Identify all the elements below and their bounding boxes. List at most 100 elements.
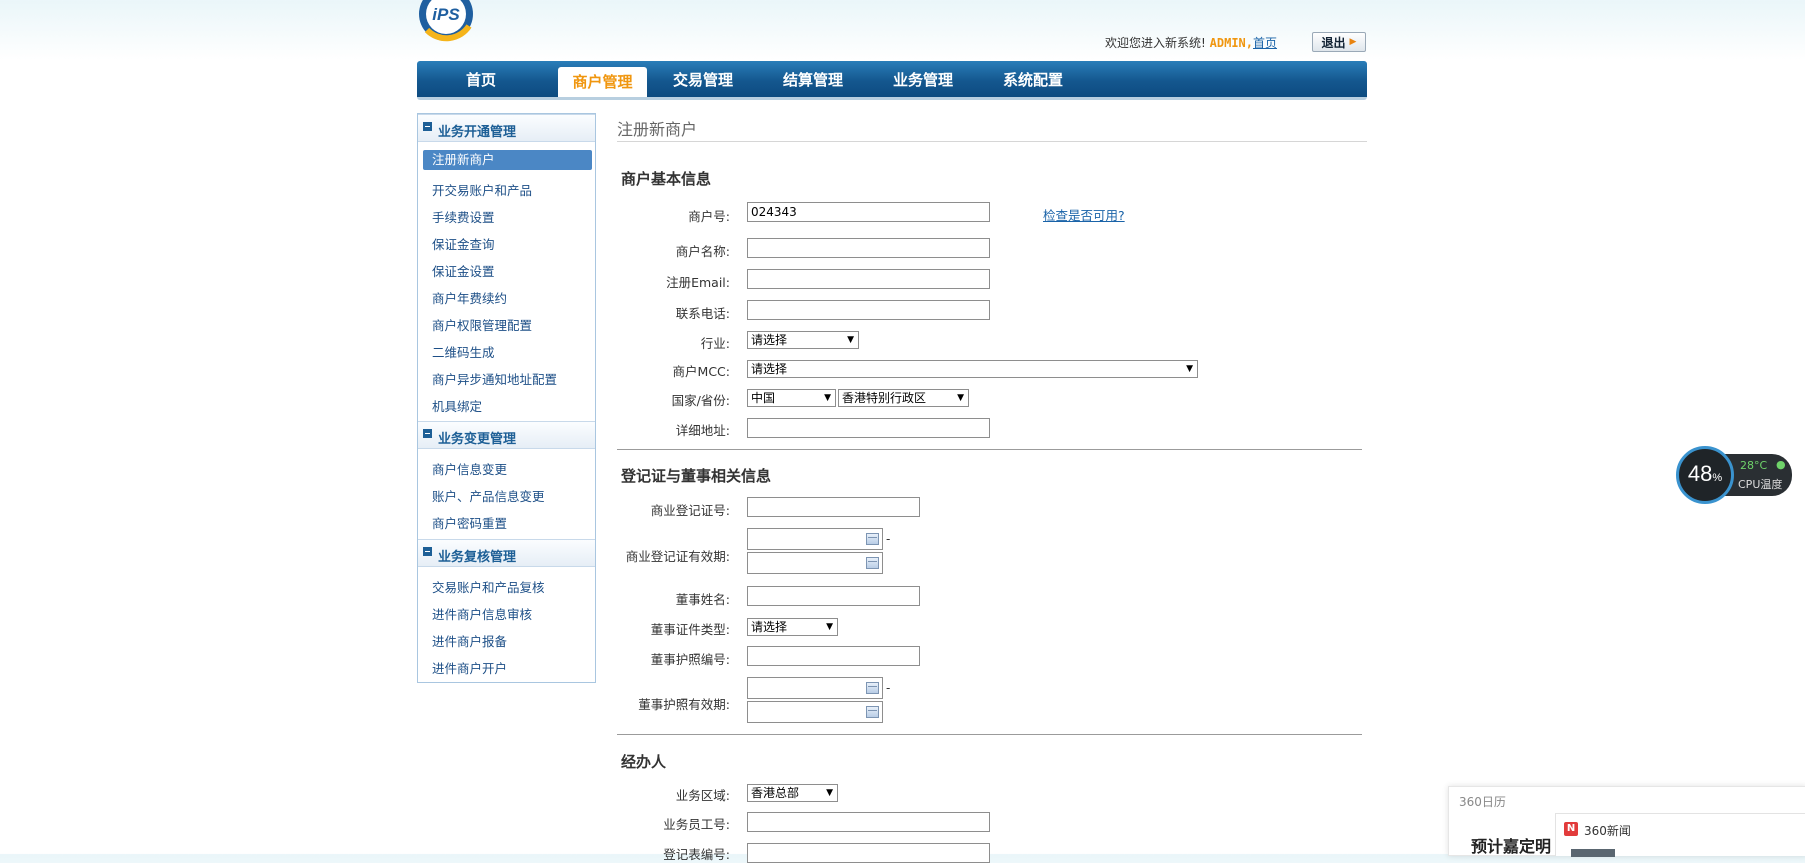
calendar-title: 360日历 [1459,795,1506,809]
passport-no-label: 董事护照编号: [650,652,730,667]
ips-logo: iPS [417,0,475,44]
collapse-icon [423,547,432,556]
sidebar-item-qrcode[interactable]: 二维码生成 [432,342,495,361]
reg-valid-from-date[interactable] [747,528,883,550]
director-id-type-select[interactable]: 请选择 ▼ [747,618,838,636]
home-link[interactable]: 首页 [1253,36,1277,50]
nav-settlement-management[interactable]: 结算管理 [777,61,849,97]
country-select[interactable]: 中国 ▼ [747,389,836,407]
sidebar-section-business-change[interactable]: 业务变更管理 [418,421,595,449]
cpu-temp: 28°C [1740,459,1768,472]
sidebar-item-open-account[interactable]: 开交易账户和产品 [432,180,532,199]
sidebar-item-account-product-change[interactable]: 账户、产品信息变更 [432,486,545,505]
calendar-news-widget[interactable]: 360日历 N 360新闻 预计嘉定明 [1448,786,1805,857]
arrow-right-icon: ▶ [1349,37,1357,47]
phone-field[interactable] [747,300,990,320]
calendar-icon[interactable] [866,557,879,569]
reg-no-input[interactable] [747,497,920,517]
dropdown-arrow-icon: ▼ [824,393,831,403]
divider [617,734,1362,735]
nav-system-config[interactable]: 系统配置 [997,61,1069,97]
nav-business-management[interactable]: 业务管理 [887,61,959,97]
date-range-dash: - [886,532,891,546]
check-availability-link[interactable]: 检查是否可用? [1043,205,1125,224]
page-title: 注册新商户 [617,120,698,139]
passport-valid-from-date[interactable] [747,677,883,699]
passport-valid-to-date[interactable] [747,701,883,723]
section-title: 业务变更管理 [438,432,517,447]
address-field[interactable] [747,418,990,438]
sidebar-item-password-reset[interactable]: 商户密码重置 [432,513,507,532]
calendar-icon[interactable] [866,682,879,694]
nav-merchant-management[interactable]: 商户管理 [558,67,647,97]
country-province-label: 国家/省份: [671,393,730,408]
news-source: 360新闻 [1584,824,1631,838]
nav-transaction-management[interactable]: 交易管理 [667,61,739,97]
sidebar-item-deposit-settings[interactable]: 保证金设置 [432,261,495,280]
username: ADMIN, [1209,36,1253,50]
logout-label: 退出 [1321,35,1346,50]
sidebar-item-register-merchant[interactable]: 注册新商户 [423,150,592,170]
region-select[interactable]: 香港总部 ▼ [747,784,838,802]
sidebar-section-business-open[interactable]: 业务开通管理 [418,114,595,142]
welcome-text: 欢迎您进入新系统! [1105,36,1206,50]
sidebar-item-permission-config[interactable]: 商户权限管理配置 [432,315,532,334]
email-field[interactable] [747,269,990,289]
reg-no-label: 商业登记证号: [650,503,730,518]
province-select[interactable]: 香港特别行政区 ▼ [838,389,969,407]
region-select-value: 香港总部 [751,786,800,800]
calendar-icon[interactable] [866,533,879,545]
cpu-info-panel: 28°C ● CPU温度 [1724,454,1792,496]
director-id-type-label: 董事证件类型: [650,622,730,637]
sidebar-item-fee-settings[interactable]: 手续费设置 [432,207,495,226]
staff-no-input[interactable] [747,812,990,832]
section-title: 业务复核管理 [438,550,517,565]
nav-home[interactable]: 首页 [445,61,517,97]
divider [617,141,1367,142]
sidebar: 业务开通管理 注册新商户 开交易账户和产品 手续费设置 保证金查询 保证金设置 … [417,113,596,683]
province-select-value: 香港特别行政区 [842,391,927,405]
cpu-temperature-widget[interactable]: 28°C ● CPU温度 48% [1676,446,1794,506]
news-thumbnail [1571,849,1615,857]
passport-no-input[interactable] [747,646,920,666]
sidebar-item-account-review[interactable]: 交易账户和产品复核 [432,577,545,596]
news-headline[interactable]: 预计嘉定明 [1471,833,1551,857]
calendar-icon[interactable] [866,706,879,718]
mcc-label: 商户MCC: [672,364,730,379]
date-range-dash: - [886,681,891,695]
mcc-select-value: 请选择 [751,362,788,376]
sidebar-item-deposit-query[interactable]: 保证金查询 [432,234,495,253]
sidebar-item-merchant-info-change[interactable]: 商户信息变更 [432,459,507,478]
director-name-label: 董事姓名: [675,592,730,607]
svg-text:iPS: iPS [432,5,460,24]
divider [617,449,1362,450]
sidebar-item-info-audit[interactable]: 进件商户信息审核 [432,604,532,623]
sidebar-item-filing[interactable]: 进件商户报备 [432,631,507,650]
cpu-percent-unit: % [1712,472,1723,484]
logout-button[interactable]: 退出 ▶ [1312,32,1366,52]
sidebar-section-business-review[interactable]: 业务复核管理 [418,539,595,567]
merchant-name-input[interactable] [747,238,990,258]
mcc-select[interactable]: 请选择 ▼ [747,360,1198,378]
section-basic-info-title: 商户基本信息 [621,170,712,188]
sidebar-item-open-merchant[interactable]: 进件商户开户 [432,658,507,677]
merchant-no-input[interactable] [747,202,990,222]
country-select-value: 中国 [751,391,776,405]
section-title: 业务开通管理 [438,125,517,140]
cpu-label: CPU温度 [1738,478,1783,491]
industry-select[interactable]: 请选择 ▼ [747,331,859,349]
reg-valid-to-date[interactable] [747,552,883,574]
dropdown-arrow-icon: ▼ [1186,364,1193,374]
email-label: 注册Email: [666,275,730,290]
cpu-percent: 48 [1687,461,1713,486]
collapse-icon [423,429,432,438]
passport-validity-label: 董事护照有效期: [638,697,730,712]
sidebar-item-device-binding[interactable]: 机具绑定 [432,396,482,415]
sidebar-item-notify-url[interactable]: 商户异步通知地址配置 [432,369,557,388]
sidebar-item-annual-fee[interactable]: 商户年费续约 [432,288,507,307]
register-no-input[interactable] [747,843,990,863]
dropdown-arrow-icon: ▼ [826,788,833,798]
welcome-bar: 欢迎您进入新系统! ADMIN,首页 [1105,34,1277,51]
director-name-input[interactable] [747,586,920,606]
dropdown-arrow-icon: ▼ [826,622,833,632]
